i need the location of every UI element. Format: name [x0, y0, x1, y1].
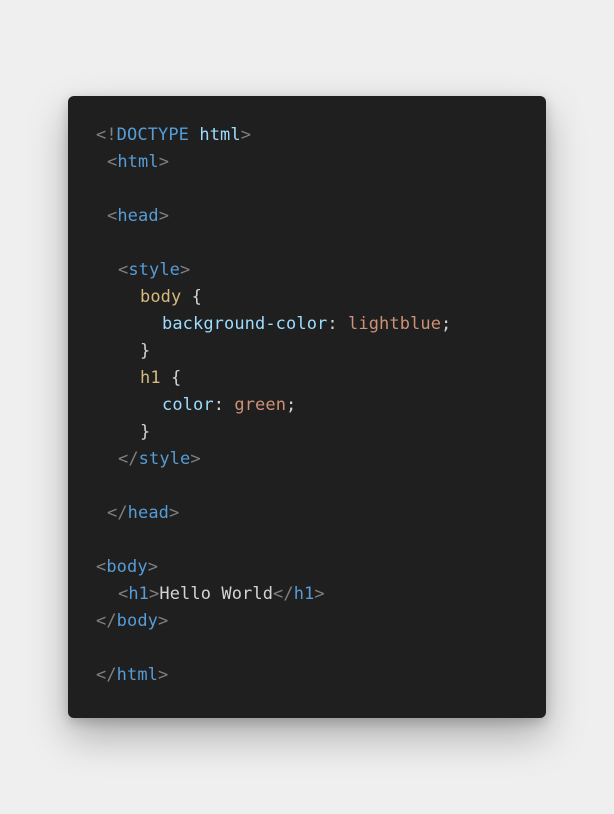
- tag-html: html: [116, 665, 159, 685]
- code-line-background-rule: background-color: lightblue;: [96, 311, 526, 338]
- brace-close: }: [140, 341, 151, 361]
- tag-head: head: [117, 206, 159, 226]
- code-line-brace-close: }: [96, 419, 526, 446]
- code-line-html-open: <html>: [96, 149, 526, 176]
- bracket-close: >: [314, 584, 325, 604]
- code-line-style-open: <style>: [96, 257, 526, 284]
- tag-head: head: [127, 503, 170, 523]
- semicolon: ;: [441, 314, 452, 334]
- doctype-keyword: DOCTYPE: [116, 125, 190, 145]
- code-line-body-open: <body>: [96, 554, 526, 581]
- colon: :: [327, 314, 349, 334]
- bracket-close: >: [180, 260, 191, 280]
- bracket-open: <: [118, 260, 129, 280]
- bracket-open: <: [118, 584, 129, 604]
- code-line-head-close: </head>: [96, 500, 526, 527]
- bracket-close: >: [158, 152, 170, 172]
- property-background-color: background-color: [162, 314, 328, 334]
- value-lightblue: lightblue: [348, 314, 442, 334]
- bracket-close: >: [158, 611, 169, 631]
- tag-style: style: [128, 260, 181, 280]
- code-line-h1: <h1>Hello World</h1>: [96, 581, 526, 608]
- tag-style: style: [138, 449, 191, 469]
- code-line-color-rule: color: green;: [96, 392, 526, 419]
- colon: :: [213, 395, 235, 415]
- h1-text: Hello World: [159, 584, 274, 604]
- brace-close: }: [140, 422, 151, 442]
- bracket-close: >: [149, 584, 160, 604]
- tag-h1: h1: [293, 584, 315, 604]
- property-color: color: [162, 395, 214, 415]
- bracket-close: >: [169, 503, 180, 523]
- code-line-head-open: <head>: [96, 203, 526, 230]
- code-line-html-close: </html>: [96, 662, 526, 689]
- code-editor-panel: <!DOCTYPE html> <html> <head> <style> bo…: [68, 96, 546, 718]
- bracket-close: >: [158, 665, 169, 685]
- doctype-value: html: [199, 125, 241, 145]
- brace-open: {: [160, 368, 182, 388]
- bracket-close: >: [147, 557, 159, 577]
- code-line-body-close: </body>: [96, 608, 526, 635]
- bracket-close-open: </: [107, 503, 128, 523]
- bracket-close-open: </: [118, 449, 139, 469]
- bracket-close-open: </: [96, 665, 117, 685]
- code-line-body-selector: body {: [96, 284, 526, 311]
- tag-html: html: [117, 152, 159, 172]
- tag-body: body: [116, 611, 159, 631]
- tag-body: body: [106, 557, 148, 577]
- code-line-h1-selector: h1 {: [96, 365, 526, 392]
- code-line-doctype: <!DOCTYPE html>: [96, 122, 526, 149]
- bracket-close-open: </: [273, 584, 294, 604]
- bracket-close-open: </: [96, 611, 117, 631]
- semicolon: ;: [286, 395, 297, 415]
- code-line-style-close: </style>: [96, 446, 526, 473]
- bracket-open: <: [107, 206, 118, 226]
- bracket-open: <: [107, 152, 118, 172]
- tag-h1: h1: [128, 584, 150, 604]
- brace-open: {: [181, 287, 203, 307]
- code-line-brace-close: }: [96, 338, 526, 365]
- doctype-space: [189, 125, 199, 145]
- code-block: <!DOCTYPE html> <html> <head> <style> bo…: [96, 122, 526, 689]
- doctype-open: <!: [96, 125, 117, 145]
- value-green: green: [234, 395, 287, 415]
- bracket-close: >: [158, 206, 170, 226]
- bracket-close: >: [190, 449, 201, 469]
- selector-h1: h1: [140, 368, 161, 388]
- doctype-close: >: [240, 125, 252, 145]
- bracket-open: <: [96, 557, 107, 577]
- selector-body: body: [140, 287, 182, 307]
